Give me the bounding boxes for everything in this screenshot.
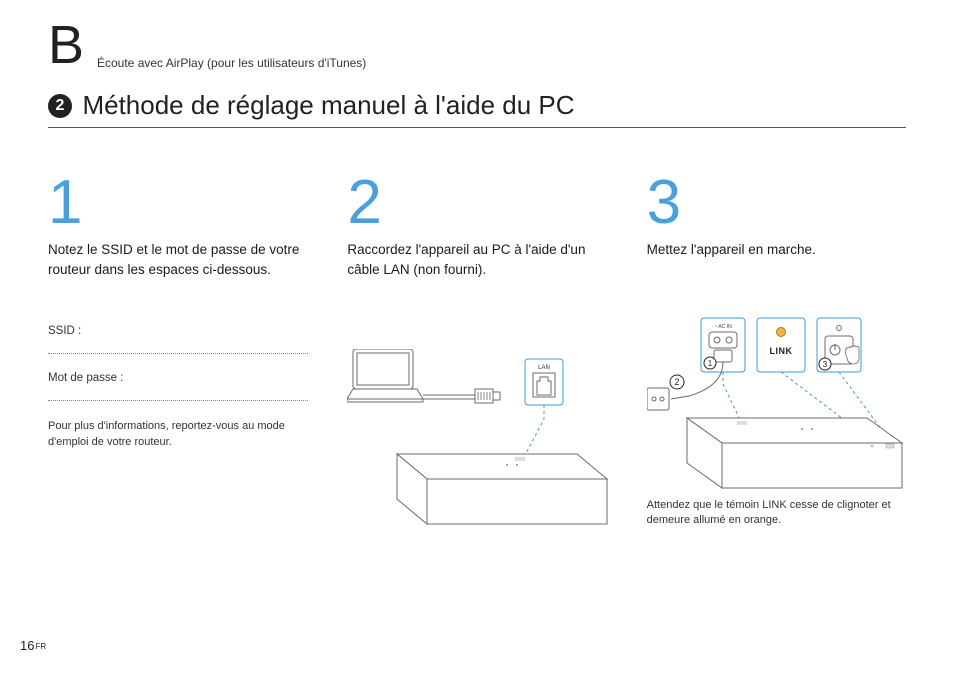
lan-port-panel-icon: LAN (525, 359, 563, 405)
link-panel-icon: LINK (757, 318, 805, 372)
password-label: Mot de passe : (48, 372, 319, 384)
manual-page: B Écoute avec AirPlay (pour les utilisat… (0, 0, 954, 673)
svg-text:1: 1 (707, 359, 712, 368)
ssid-label: SSID : (48, 325, 319, 337)
section-letter: B (48, 14, 84, 76)
link-indicator-label: LINK (769, 346, 792, 356)
step-1-number: 1 (48, 172, 319, 234)
svg-text:3: 3 (822, 360, 827, 369)
router-manual-note: Pour plus d'informations, reportez-vous … (48, 419, 308, 450)
step-3-illustration: 2 ~ AC IN (647, 308, 918, 498)
password-input-line[interactable] (48, 400, 308, 401)
title-row: 2 Méthode de réglage manuel à l'aide du … (48, 90, 906, 128)
ac-in-label: ~ AC IN (714, 324, 732, 330)
page-number: 16FR (20, 638, 46, 653)
step-1-text: Notez le SSID et le mot de passe de votr… (48, 240, 319, 279)
step-3: 3 Mettez l'appareil en marche. (647, 172, 918, 539)
ssid-input-line[interactable] (48, 353, 308, 354)
step-3-number: 3 (647, 172, 918, 234)
step-2-illustration: LAN (347, 349, 618, 539)
page-number-value: 16 (20, 638, 34, 653)
title-text: Méthode de réglage manuel à l'aide du PC (82, 90, 574, 120)
laptop-icon (347, 349, 423, 402)
speaker-device-icon (687, 418, 902, 488)
step-2: 2 Raccordez l'appareil au PC à l'aide d'… (347, 172, 618, 539)
svg-text:2: 2 (674, 377, 679, 387)
wall-socket-icon (647, 388, 669, 410)
power-button-panel-icon: I / 3 (817, 318, 861, 372)
lan-label: LAN (538, 365, 550, 371)
callout-2-icon: 2 (670, 375, 684, 389)
step-2-text: Raccordez l'appareil au PC à l'aide d'un… (347, 240, 618, 279)
step-3-text: Mettez l'appareil en marche. (647, 240, 918, 260)
speaker-device-icon (397, 454, 607, 524)
lan-cable-plug-icon (475, 389, 500, 403)
section-subtitle: Écoute avec AirPlay (pour les utilisateu… (97, 56, 366, 70)
page-lang: FR (35, 642, 46, 651)
steps-columns: 1 Notez le SSID et le mot de passe de vo… (48, 172, 918, 539)
step-2-number: 2 (347, 172, 618, 234)
step-1: 1 Notez le SSID et le mot de passe de vo… (48, 172, 319, 539)
title-step-badge: 2 (48, 94, 72, 118)
